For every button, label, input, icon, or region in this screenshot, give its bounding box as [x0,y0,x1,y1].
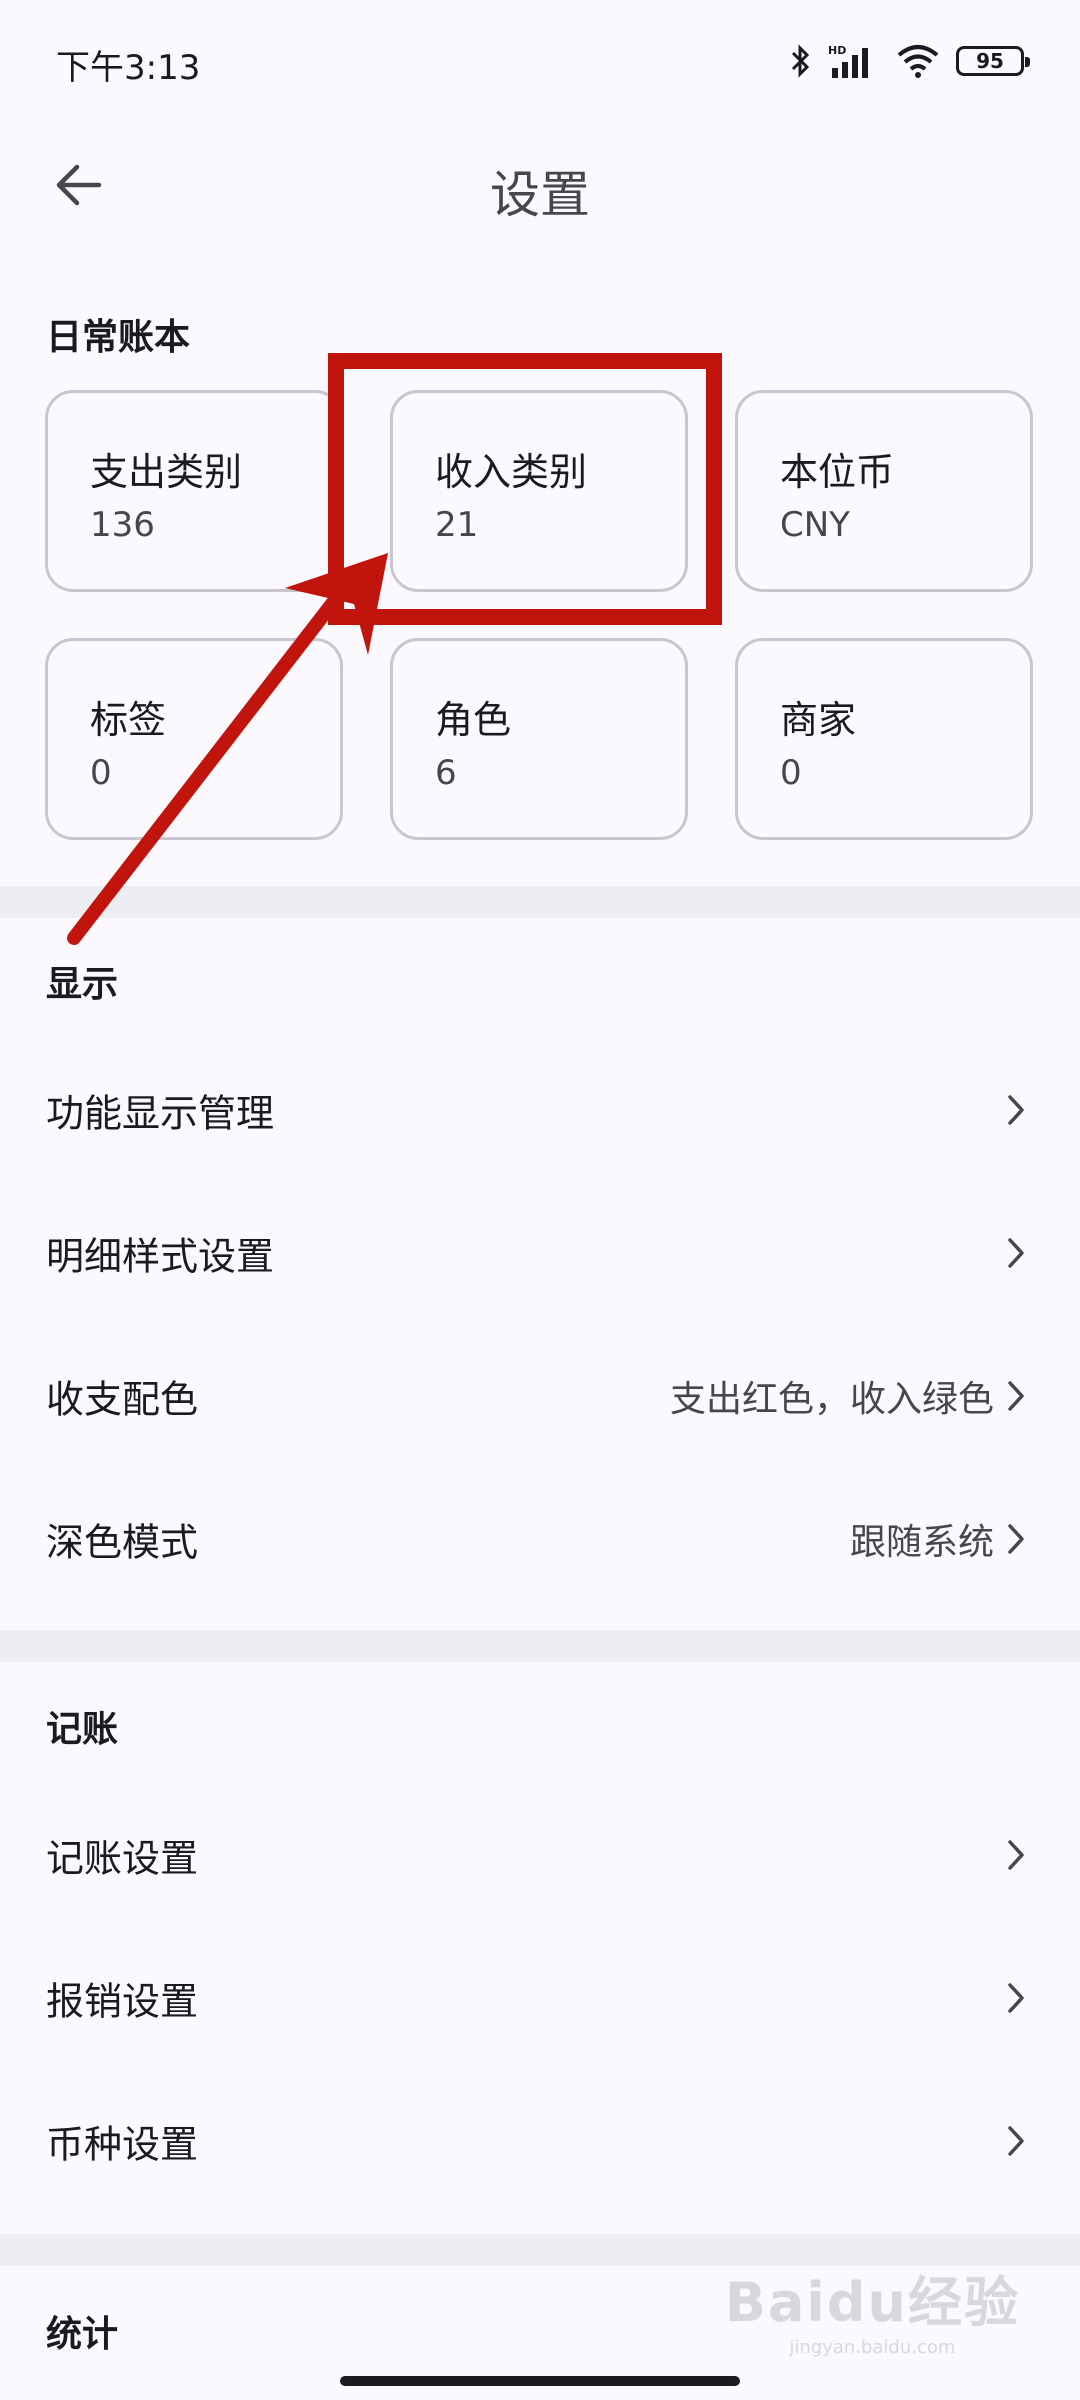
card-roles[interactable]: 角色 6 [390,638,688,840]
battery-level: 95 [976,49,1004,73]
row-label: 收支配色 [46,1377,199,1422]
row-income-expense-colors[interactable]: 收支配色 支出红色，收入绿色 [0,1326,1080,1466]
row-value: 支出红色，收入绿色 [669,1379,994,1420]
app-bar: 设置 [0,125,1080,245]
card-value: 21 [435,505,479,545]
row-label: 深色模式 [46,1520,199,1565]
row-label: 记账设置 [46,1836,199,1881]
row-label: 报销设置 [46,1979,199,2024]
row-feature-display-management[interactable]: 功能显示管理 [0,1040,1080,1180]
section-header-bookkeeping: 记账 [46,1709,119,1750]
row-bookkeeping-settings[interactable]: 记账设置 [0,1785,1080,1925]
card-title: 标签 [90,698,167,742]
card-tags[interactable]: 标签 0 [45,638,343,840]
card-value: 136 [90,505,155,545]
svg-text:HD: HD [828,44,846,57]
baidu-jingyan-watermark: Baidu经验 jingyan.baidu.com [725,2258,1020,2358]
status-icons: HD 95 [790,38,1030,84]
card-value: CNY [780,505,850,545]
card-income-categories[interactable]: 收入类别 21 [390,390,688,592]
chevron-right-icon [1002,1090,1030,1130]
bluetooth-icon [790,43,812,79]
home-indicator[interactable] [340,2376,740,2386]
section-divider [0,886,1080,918]
section-header-daily-ledger: 日常账本 [46,317,191,358]
card-title: 本位币 [780,450,895,494]
status-bar: 下午3:13 HD 95 [0,0,1080,125]
section-header-display: 显示 [46,964,119,1005]
chevron-right-icon [1002,1233,1030,1273]
row-label: 明细样式设置 [46,1234,275,1279]
chevron-right-icon [1002,1835,1030,1875]
card-merchants[interactable]: 商家 0 [735,638,1033,840]
chevron-right-icon [1002,2121,1030,2161]
card-title: 角色 [435,698,512,742]
row-label: 功能显示管理 [46,1091,275,1136]
row-detail-style-settings[interactable]: 明细样式设置 [0,1183,1080,1323]
card-title: 支出类别 [90,450,243,494]
section-divider [0,1630,1080,1662]
row-value: 跟随系统 [849,1522,994,1563]
row-label: 币种设置 [46,2122,199,2167]
card-expense-categories[interactable]: 支出类别 136 [45,390,343,592]
chevron-right-icon [1002,1376,1030,1416]
hd-signal-icon: HD [828,42,880,80]
card-base-currency[interactable]: 本位币 CNY [735,390,1033,592]
row-reimbursement-settings[interactable]: 报销设置 [0,1928,1080,2068]
section-header-statistics: 统计 [46,2314,119,2355]
chevron-right-icon [1002,1519,1030,1559]
row-currency-settings[interactable]: 币种设置 [0,2071,1080,2211]
watermark-url: jingyan.baidu.com [789,2337,956,2358]
wifi-icon [896,43,940,79]
page-title: 设置 [490,166,590,224]
row-dark-mode[interactable]: 深色模式 跟随系统 [0,1469,1080,1609]
card-value: 6 [435,753,457,793]
card-value: 0 [780,753,802,793]
status-time: 下午3:13 [56,48,201,88]
card-title: 收入类别 [435,450,588,494]
chevron-right-icon [1002,1978,1030,2018]
watermark-logo: Baidu经验 [724,2271,1020,2334]
battery-icon: 95 [956,46,1030,76]
card-title: 商家 [780,698,857,742]
card-value: 0 [90,753,112,793]
